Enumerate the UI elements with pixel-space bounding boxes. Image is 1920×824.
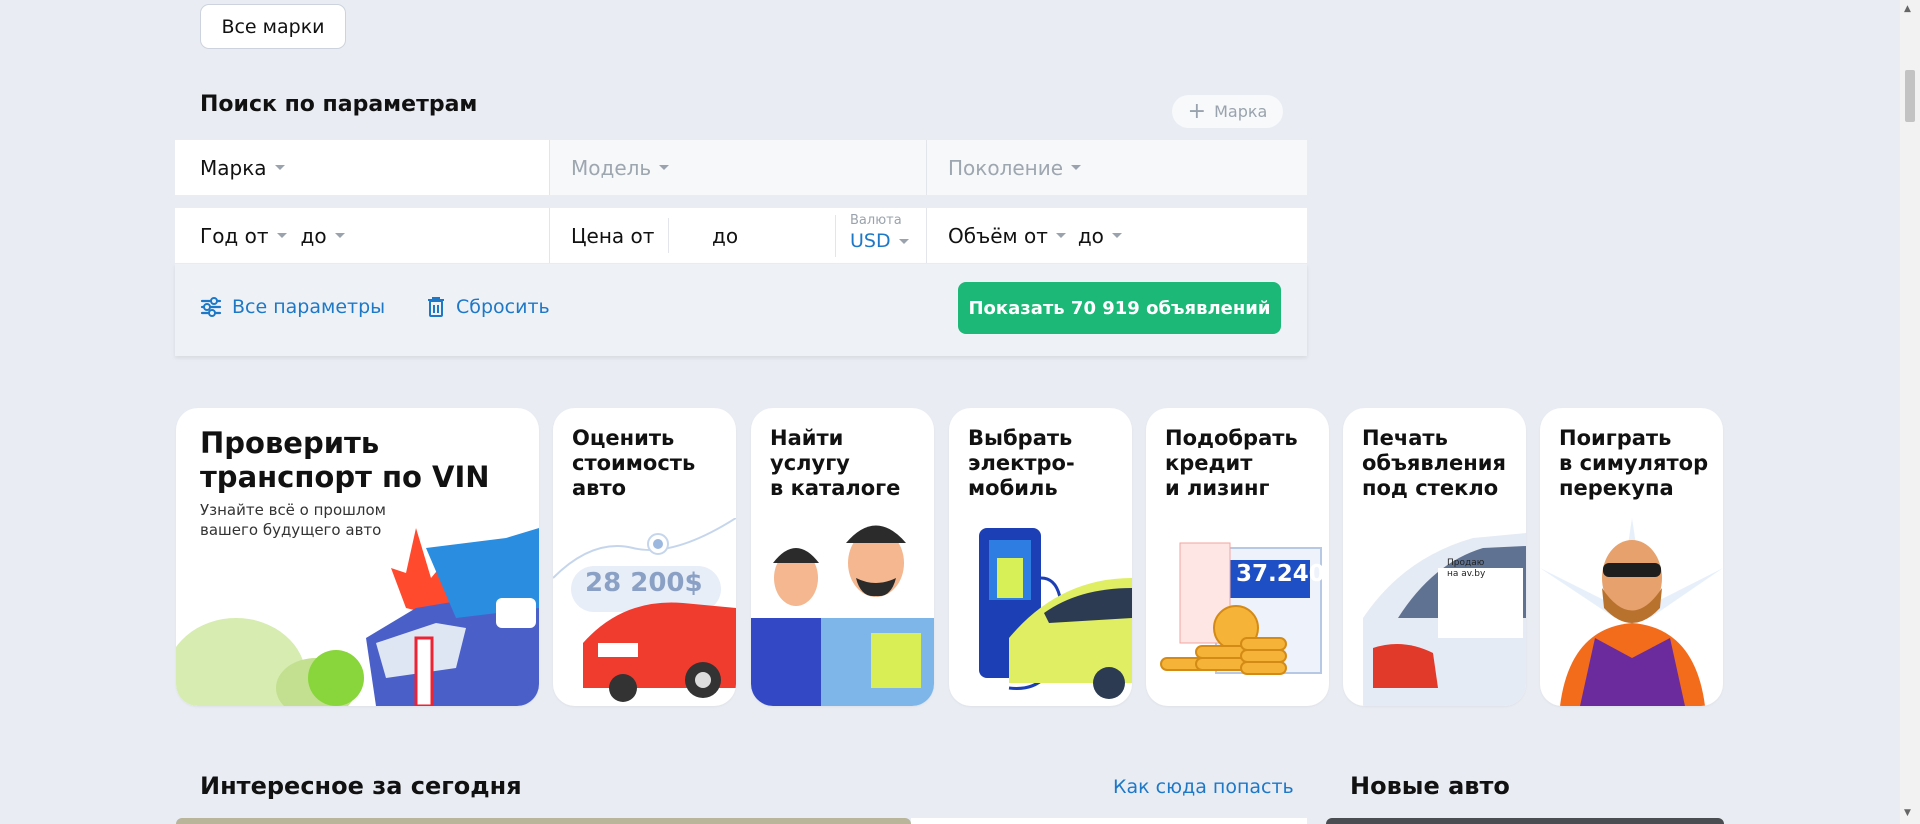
card-title: Поиграть в симулятор перекупа xyxy=(1559,426,1709,500)
chevron-down-icon xyxy=(274,165,285,170)
chevron-down-icon xyxy=(1055,233,1066,238)
page-scrollbar[interactable] xyxy=(1900,0,1920,824)
price-from-input[interactable]: Цена от xyxy=(571,224,691,248)
year-range: Год от до xyxy=(175,208,550,263)
sliders-icon xyxy=(200,297,222,317)
how-to-get-here-link[interactable]: Как сюда попасть xyxy=(1113,776,1294,798)
all-brands-button[interactable]: Все марки xyxy=(200,4,346,49)
model-select[interactable]: Модель xyxy=(550,140,927,195)
interesting-card-top[interactable] xyxy=(911,818,1307,824)
add-brand-label: Марка xyxy=(1214,102,1268,121)
volume-from-label: Объём от xyxy=(948,223,1048,248)
price-range: Цена от до Валюта USD xyxy=(550,208,927,263)
card-estimate-value[interactable]: Оценить стоимость авто 28 200$ xyxy=(553,408,736,706)
filter-row-params: Год от до Цена от до Валюта USD Объём от… xyxy=(175,208,1307,263)
crashed-cars-illustration xyxy=(176,528,539,706)
price-graph-illustration xyxy=(553,518,736,702)
reseller-character-illustration xyxy=(1540,518,1723,706)
card-title: Проверить транспорт по VIN xyxy=(200,426,490,494)
show-listings-button[interactable]: Показать 70 919 объявлений xyxy=(958,282,1281,334)
all-params-link[interactable]: Все параметры xyxy=(200,296,385,318)
price-to-input[interactable]: до xyxy=(712,224,822,248)
currency-divider xyxy=(835,215,836,257)
card-vin-check[interactable]: Проверить транспорт по VIN Узнайте всё о… xyxy=(176,408,539,706)
mechanics-illustration xyxy=(751,525,934,706)
add-brand-chip[interactable]: + Марка xyxy=(1172,95,1283,128)
card-credit-leasing[interactable]: Подобрать кредит и лизинг 37.240 xyxy=(1146,408,1329,706)
card-reseller-game[interactable]: Поиграть в симулятор перекупа xyxy=(1540,408,1723,706)
chevron-down-icon xyxy=(659,165,670,170)
currency-label: Валюта xyxy=(850,213,902,228)
chevron-down-icon xyxy=(1111,233,1122,238)
card-title: Подобрать кредит и лизинг xyxy=(1165,426,1298,500)
year-to-label: до xyxy=(300,223,327,248)
chevron-down-icon xyxy=(334,233,345,238)
brand-select-label: Марка xyxy=(200,155,267,180)
card-print-ad[interactable]: Печать объявления под стекло Продаю на a… xyxy=(1343,408,1526,706)
year-to-select[interactable]: до xyxy=(301,224,345,248)
ev-charger-illustration xyxy=(979,528,1132,699)
model-select-label: Модель xyxy=(571,155,652,180)
scroll-up-arrow-icon[interactable]: ▲ xyxy=(1904,4,1911,14)
card-title: Оценить стоимость авто xyxy=(572,426,696,500)
volume-from-select[interactable]: Объём от xyxy=(948,224,1066,248)
volume-range: Объём от до xyxy=(927,208,1307,263)
volume-to-select[interactable]: до xyxy=(1078,224,1122,248)
generation-select[interactable]: Поколение xyxy=(927,140,1307,195)
credit-counter: 37.240 xyxy=(1236,561,1325,587)
scroll-down-arrow-icon[interactable]: ▼ xyxy=(1904,808,1911,818)
card-title: Найти услугу в каталоге xyxy=(770,426,901,500)
card-find-service[interactable]: Найти услугу в каталоге xyxy=(751,408,934,706)
reset-link[interactable]: Сбросить xyxy=(426,296,550,318)
interesting-image-top[interactable] xyxy=(176,818,911,824)
brand-select[interactable]: Марка xyxy=(175,140,550,195)
price-divider xyxy=(668,218,669,253)
volume-to-label: до xyxy=(1077,223,1104,248)
plus-icon: + xyxy=(1187,98,1207,124)
year-from-label: Год от xyxy=(200,223,269,248)
chevron-down-icon xyxy=(1071,165,1082,170)
new-cars-title: Новые авто xyxy=(1350,772,1510,800)
scrollbar-thumb[interactable] xyxy=(1905,70,1915,122)
card-electric-car[interactable]: Выбрать электро- мобиль xyxy=(949,408,1132,706)
print-sticker-text: Продаю на av.by xyxy=(1447,558,1486,579)
search-section-title: Поиск по параметрам xyxy=(200,92,478,117)
all-params-label: Все параметры xyxy=(232,296,386,318)
currency-select[interactable]: Валюта USD xyxy=(850,213,909,252)
new-cars-card-top[interactable] xyxy=(1326,818,1724,824)
chevron-down-icon xyxy=(898,238,909,244)
card-title: Выбрать электро- мобиль xyxy=(968,426,1075,500)
trash-icon xyxy=(428,297,444,317)
calculator-coins-illustration xyxy=(1160,542,1322,675)
reset-label: Сбросить xyxy=(456,296,550,318)
year-from-select[interactable]: Год от xyxy=(200,224,287,248)
card-title: Печать объявления под стекло xyxy=(1362,426,1506,500)
car-window-illustration xyxy=(1363,533,1526,706)
generation-select-label: Поколение xyxy=(948,155,1064,180)
filter-row-brand: Марка Модель Поколение xyxy=(175,140,1307,195)
interesting-today-title: Интересное за сегодня xyxy=(200,772,522,800)
chevron-down-icon xyxy=(276,233,287,238)
currency-value: USD xyxy=(850,230,891,252)
price-badge: 28 200$ xyxy=(585,568,703,598)
